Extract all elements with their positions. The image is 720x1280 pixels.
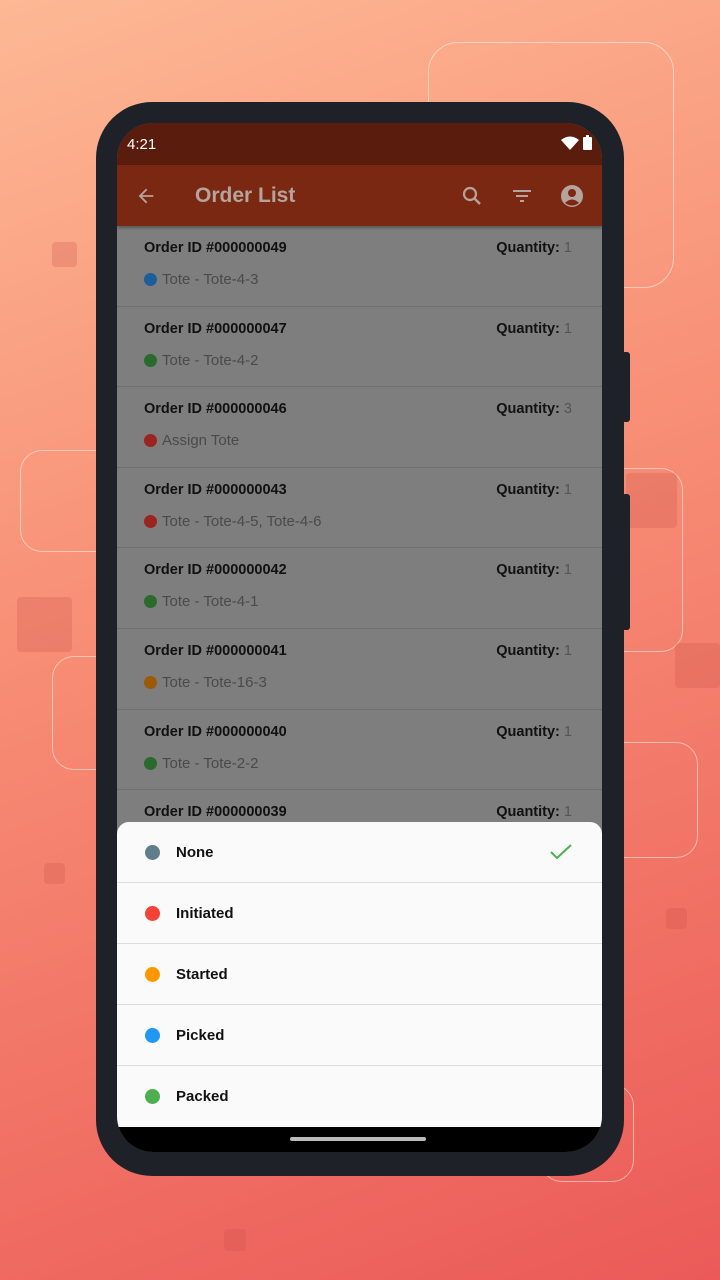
order-status: Tote - Tote-4-5, Tote-4-6 bbox=[162, 512, 322, 530]
status-dot bbox=[145, 844, 160, 860]
order-row[interactable]: Order ID #000000042 Quantity: 1 Tote - Tot… bbox=[117, 548, 602, 629]
order-status: Tote - Tote-4-2 bbox=[162, 351, 259, 369]
filter-option-started[interactable]: Started bbox=[117, 944, 602, 1005]
order-status: Assign Tote bbox=[162, 432, 240, 450]
decoration bbox=[17, 597, 72, 652]
phone-side-button bbox=[622, 352, 630, 422]
option-label: Packed bbox=[176, 1088, 229, 1105]
option-label: Picked bbox=[176, 1026, 225, 1044]
status-dot bbox=[145, 1027, 160, 1043]
order-row[interactable]: Order ID #000000041 Quantity: 1 Tote - Tot… bbox=[117, 629, 602, 710]
quantity-value: 1 bbox=[563, 723, 572, 740]
filter-icon[interactable] bbox=[510, 184, 534, 208]
status-dot bbox=[144, 595, 157, 609]
status-dot bbox=[144, 514, 157, 528]
filter-option-initiated[interactable]: Initiated bbox=[117, 883, 602, 944]
check-icon bbox=[550, 844, 572, 860]
order-row[interactable]: Order ID #000000043 Quantity: 1 Tote - Tot… bbox=[117, 468, 602, 549]
quantity-label: Quantity: bbox=[496, 723, 560, 740]
battery-icon bbox=[583, 134, 592, 150]
status-dot bbox=[144, 353, 157, 367]
order-status: Tote - Tote-4-3 bbox=[162, 271, 259, 288]
quantity-label: Quantity: bbox=[496, 481, 560, 498]
quantity-label: Quantity: bbox=[496, 642, 560, 659]
home-handle[interactable] bbox=[290, 1137, 426, 1141]
status-bar: 4:21 bbox=[117, 123, 602, 165]
order-id: Order ID #000000041 bbox=[144, 642, 287, 659]
quantity-value: 1 bbox=[563, 481, 572, 498]
decoration bbox=[666, 908, 687, 929]
quantity-value: 1 bbox=[563, 562, 572, 579]
filter-option-none[interactable]: None bbox=[117, 822, 602, 883]
order-id: Order ID #000000047 bbox=[144, 320, 287, 337]
decoration bbox=[675, 643, 720, 688]
filter-option-packed[interactable]: Packed bbox=[117, 1066, 602, 1127]
order-id: Order ID #000000040 bbox=[144, 723, 287, 740]
status-dot bbox=[144, 675, 157, 689]
option-label: Initiated bbox=[176, 904, 234, 922]
quantity-label: Quantity: bbox=[496, 804, 560, 821]
option-label: Started bbox=[176, 965, 228, 983]
filter-option-picked[interactable]: Picked bbox=[117, 1005, 602, 1066]
decoration bbox=[44, 863, 65, 884]
order-status: Tote - Tote-4-1 bbox=[162, 593, 259, 611]
search-icon[interactable] bbox=[460, 184, 484, 208]
order-status: Tote - Tote-2-2 bbox=[162, 754, 259, 772]
quantity-value: 1 bbox=[563, 804, 572, 821]
status-filter-sheet: None Initiated Started Picked Packed bbox=[117, 822, 602, 1127]
quantity-value: 3 bbox=[563, 401, 572, 418]
app-bar: Order List bbox=[117, 165, 602, 226]
order-id: Order ID #000000049 bbox=[144, 240, 287, 256]
order-status: Tote - Tote-16-3 bbox=[162, 673, 267, 691]
status-dot bbox=[145, 1089, 160, 1104]
quantity-value: 1 bbox=[563, 642, 572, 659]
navigation-bar bbox=[117, 1127, 602, 1152]
decoration bbox=[626, 473, 677, 528]
quantity-label: Quantity: bbox=[496, 320, 560, 337]
phone-side-button bbox=[622, 494, 630, 630]
quantity-label: Quantity: bbox=[496, 562, 560, 579]
order-row[interactable]: Order ID #000000040 Quantity: 1 Tote - Tot… bbox=[117, 710, 602, 791]
order-id: Order ID #000000042 bbox=[144, 562, 287, 579]
order-list: Order ID #000000049 Quantity: 1 Tote - Tot… bbox=[117, 226, 602, 871]
status-dot bbox=[144, 434, 157, 448]
order-id: Order ID #000000046 bbox=[144, 401, 287, 418]
page-title: Order List bbox=[195, 183, 296, 207]
decoration bbox=[224, 1229, 246, 1251]
status-dot bbox=[144, 756, 157, 770]
status-time: 4:21 bbox=[127, 135, 157, 153]
order-row[interactable]: Order ID #000000046 Quantity: 3 Assign Tot… bbox=[117, 387, 602, 468]
status-icons bbox=[560, 134, 592, 154]
quantity-value: 1 bbox=[563, 320, 572, 337]
arrow-back-icon[interactable] bbox=[135, 185, 157, 207]
order-id: Order ID #000000043 bbox=[144, 481, 287, 498]
account-icon[interactable] bbox=[560, 184, 584, 208]
screen: 4:21 Order List Order ID #000000049 Quant… bbox=[117, 123, 602, 1152]
status-dot bbox=[145, 966, 160, 982]
status-dot bbox=[145, 905, 160, 921]
quantity-label: Quantity: bbox=[496, 240, 560, 256]
quantity-label: Quantity: bbox=[496, 401, 560, 418]
order-id: Order ID #000000039 bbox=[144, 804, 287, 821]
quantity-value: 1 bbox=[563, 240, 572, 256]
decoration bbox=[52, 242, 77, 267]
wifi-icon bbox=[560, 136, 579, 150]
order-row[interactable]: Order ID #000000047 Quantity: 1 Tote - Tot… bbox=[117, 307, 602, 388]
option-label: None bbox=[176, 843, 214, 861]
order-row[interactable]: Order ID #000000049 Quantity: 1 Tote - Tot… bbox=[117, 226, 602, 307]
status-dot bbox=[144, 273, 157, 286]
